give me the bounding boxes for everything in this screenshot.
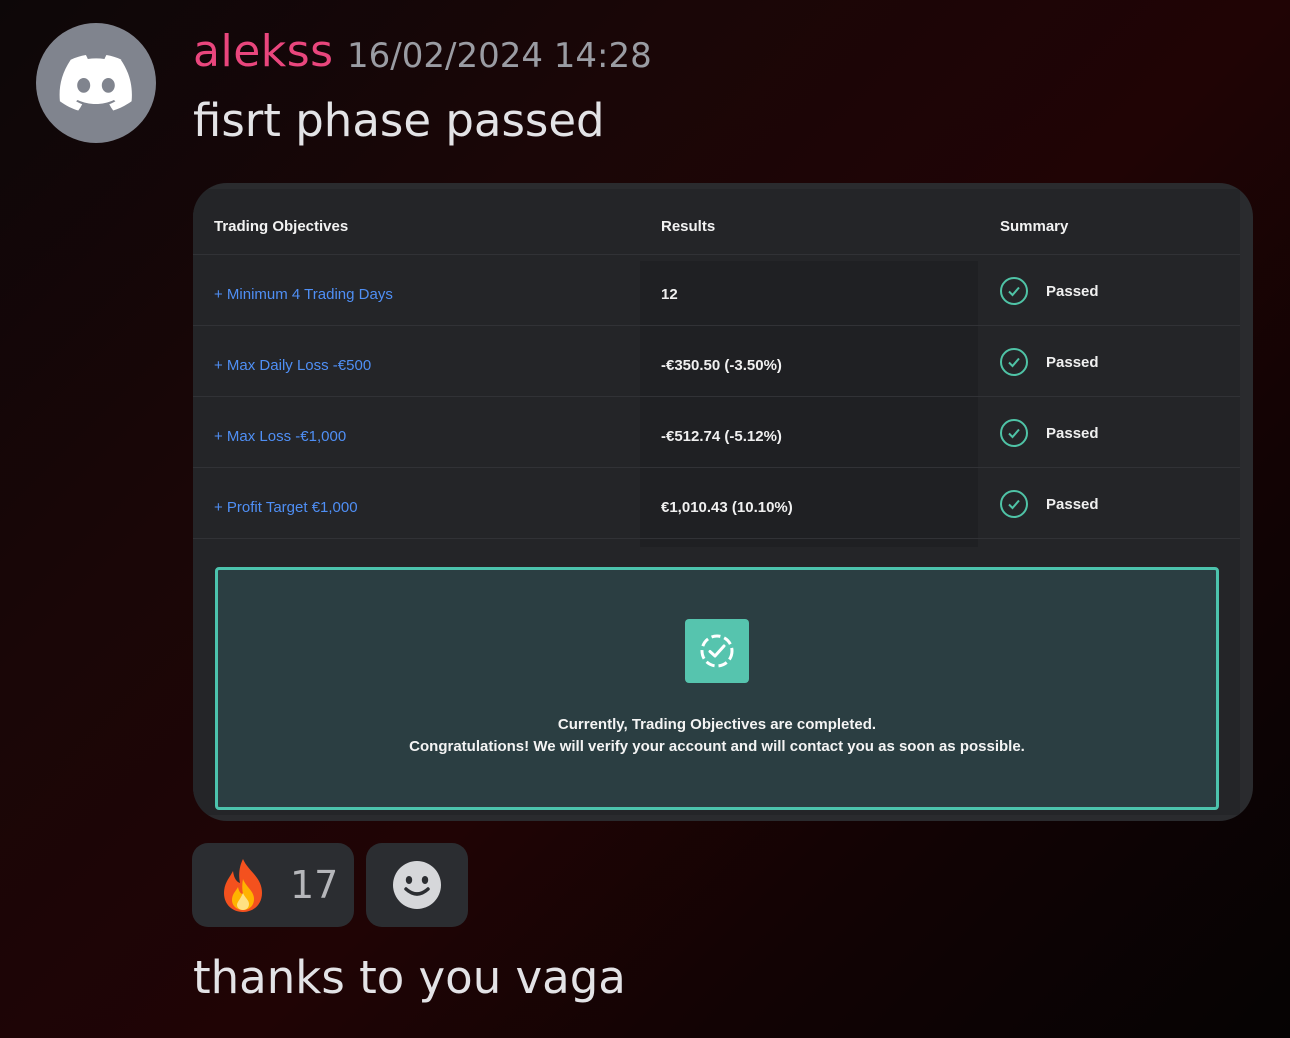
objective-min-trading-days[interactable]: + Minimum 4 Trading Days: [214, 286, 393, 303]
header-summary: Summary: [1000, 218, 1069, 235]
discord-logo-icon: [59, 55, 132, 111]
smiley-icon: [393, 861, 441, 909]
check-circle-icon: [1000, 348, 1028, 376]
objective-max-daily-loss[interactable]: + Max Daily Loss -€500: [214, 357, 371, 374]
result-cell: -€350.50 (-3.50%): [661, 357, 782, 374]
header-trading-objectives: Trading Objectives: [214, 218, 349, 235]
trading-objectives-table: Trading Objectives Results Summary + Min…: [193, 189, 1240, 815]
username[interactable]: alekss: [193, 26, 334, 77]
summary-cell: Passed: [1000, 490, 1099, 518]
image-attachment[interactable]: Trading Objectives Results Summary + Min…: [193, 183, 1253, 821]
objectives-completed-banner: Currently, Trading Objectives are comple…: [215, 567, 1219, 810]
row-divider: [193, 325, 1240, 326]
status-passed: Passed: [1046, 495, 1099, 513]
check-circle-icon: [1000, 490, 1028, 518]
status-passed: Passed: [1046, 282, 1099, 300]
fire-reaction-button[interactable]: 17: [192, 843, 354, 927]
status-passed: Passed: [1046, 424, 1099, 442]
fire-emoji-icon: [218, 857, 268, 913]
objective-max-loss[interactable]: + Max Loss -€1,000: [214, 428, 346, 445]
row-divider: [193, 396, 1240, 397]
user-avatar[interactable]: [36, 23, 156, 143]
banner-line-1: Currently, Trading Objectives are comple…: [557, 716, 877, 733]
result-cell: 12: [661, 286, 678, 303]
objective-profit-target[interactable]: + Profit Target €1,000: [214, 499, 358, 516]
message-text-2: thanks to you vaga: [193, 951, 626, 1004]
status-passed: Passed: [1046, 353, 1099, 371]
summary-cell: Passed: [1000, 348, 1099, 376]
result-cell: €1,010.43 (10.10%): [661, 499, 793, 516]
banner-line-2: Congratulations! We will verify your acc…: [409, 738, 1025, 755]
check-circle-icon: [1000, 419, 1028, 447]
result-cell: -€512.74 (-5.12%): [661, 428, 782, 445]
message-timestamp: 16/02/2024 14:28: [347, 36, 652, 76]
summary-cell: Passed: [1000, 419, 1099, 447]
add-reaction-button[interactable]: [366, 843, 468, 927]
row-divider: [193, 538, 1240, 539]
summary-cell: Passed: [1000, 277, 1099, 305]
message-text: fisrt phase passed: [193, 94, 605, 147]
row-divider: [193, 254, 1240, 255]
header-results: Results: [661, 218, 716, 235]
fire-reaction-count: 17: [290, 863, 339, 907]
verified-badge-icon: [685, 619, 749, 683]
check-circle-icon: [1000, 277, 1028, 305]
row-divider: [193, 467, 1240, 468]
